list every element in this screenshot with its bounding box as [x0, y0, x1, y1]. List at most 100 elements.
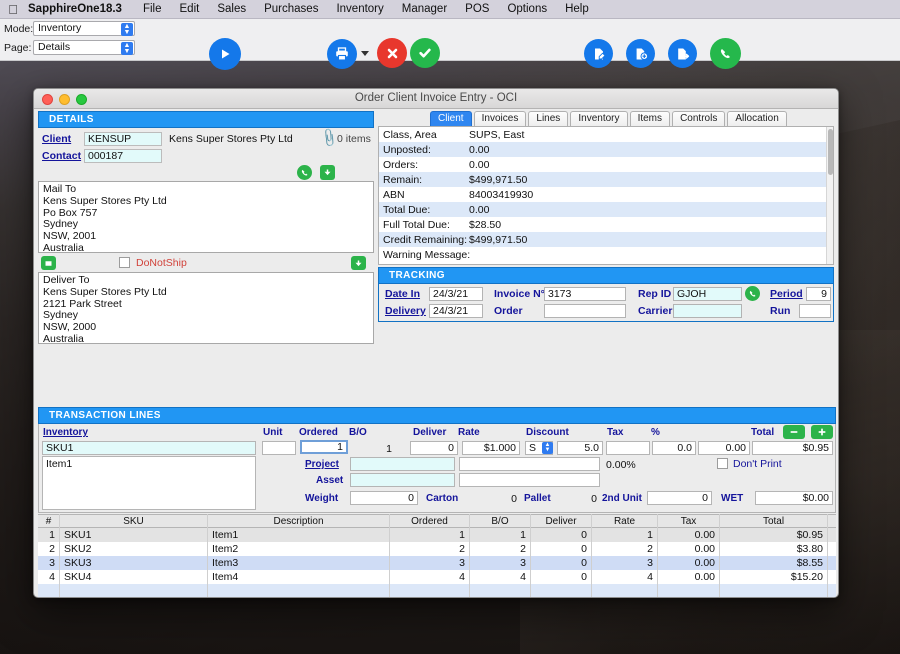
- line-description-field[interactable]: Item1: [42, 456, 256, 510]
- grid-col-ordered[interactable]: Ordered: [390, 514, 470, 528]
- table-row[interactable]: 1 SKU1 Item1 1 1 0 1 0.00 $0.95: [38, 528, 836, 542]
- invoice-no-field[interactable]: 3173: [544, 287, 626, 301]
- asset-field[interactable]: [350, 473, 455, 487]
- tab-allocation[interactable]: Allocation: [727, 111, 787, 126]
- wet-field[interactable]: $0.00: [755, 491, 833, 505]
- do-not-ship-checkbox[interactable]: [119, 257, 130, 268]
- line-rate-field[interactable]: $1.000: [462, 441, 520, 455]
- table-row[interactable]: 3 SKU3 Item3 3 3 0 3 0.00 $8.55: [38, 556, 836, 570]
- play-button[interactable]: [209, 38, 241, 70]
- rep-phone-button[interactable]: [745, 286, 760, 301]
- grid-col-total[interactable]: Total: [720, 514, 828, 528]
- project-extra-field[interactable]: [459, 457, 600, 471]
- tab-lines[interactable]: Lines: [528, 111, 569, 126]
- accept-button[interactable]: [410, 38, 440, 68]
- menu-item-file[interactable]: File: [134, 3, 171, 15]
- edit-record-button[interactable]: [584, 39, 613, 68]
- menu-item-options[interactable]: Options: [498, 3, 556, 15]
- line-sku-field[interactable]: SKU1: [42, 441, 256, 455]
- grid-col-description[interactable]: Description: [208, 514, 390, 528]
- export-button[interactable]: [668, 39, 697, 68]
- tab-client[interactable]: Client: [430, 111, 472, 126]
- menu-item-inventory[interactable]: Inventory: [327, 3, 392, 15]
- deliver-to-address[interactable]: Deliver To Kens Super Stores Pty Ltd 212…: [38, 272, 374, 345]
- menu-item-help[interactable]: Help: [556, 3, 598, 15]
- line-percent2-field[interactable]: 0.00: [698, 441, 750, 455]
- info-value: $499,971.50: [469, 233, 528, 246]
- run-field[interactable]: [799, 304, 831, 318]
- order-field[interactable]: [544, 304, 626, 318]
- date-in-field[interactable]: 24/3/21: [429, 287, 483, 301]
- grid-col-sku[interactable]: SKU: [60, 514, 208, 528]
- print-dropdown-arrow-icon[interactable]: [361, 51, 369, 56]
- period-field[interactable]: 9: [806, 287, 831, 301]
- menu-item-sales[interactable]: Sales: [208, 3, 255, 15]
- period-label[interactable]: Period: [770, 288, 803, 300]
- menu-item-manager[interactable]: Manager: [393, 3, 456, 15]
- date-in-label[interactable]: Date In: [385, 288, 420, 300]
- weight-field[interactable]: 0: [350, 491, 418, 505]
- menu-item-purchases[interactable]: Purchases: [255, 3, 327, 15]
- asset-extra-field[interactable]: [459, 473, 600, 487]
- line-ordered-field[interactable]: 1: [300, 440, 348, 454]
- second-unit-field[interactable]: 0: [647, 491, 712, 505]
- table-row-empty[interactable]: [38, 584, 836, 597]
- mail-to-dropdown-button[interactable]: [320, 165, 335, 180]
- mail-to-notes-button[interactable]: [41, 256, 56, 270]
- dont-print-label: Don't Print: [733, 458, 782, 470]
- line-discount-value-field[interactable]: 5.0: [557, 441, 603, 455]
- do-not-ship-label: DoNotShip: [136, 257, 187, 269]
- phone-button[interactable]: [710, 38, 741, 69]
- col-inventory-header[interactable]: Inventory: [43, 427, 88, 438]
- tab-items[interactable]: Items: [629, 111, 671, 126]
- line-percent-field[interactable]: 0.0: [652, 441, 696, 455]
- line-deliver-field[interactable]: 0: [410, 441, 458, 455]
- contact-link[interactable]: Contact: [42, 150, 81, 162]
- project-field[interactable]: [350, 457, 455, 471]
- cell-bo: 4: [470, 570, 531, 584]
- rep-id-field[interactable]: GJOH: [673, 287, 742, 301]
- import-button[interactable]: [626, 39, 655, 68]
- project-label[interactable]: Project: [305, 459, 339, 470]
- remove-line-button[interactable]: [783, 425, 805, 439]
- grid-col-rate[interactable]: Rate: [592, 514, 658, 528]
- discount-chevron-updown-icon[interactable]: ▲ ▼: [542, 442, 553, 454]
- menu-item-edit[interactable]: Edit: [171, 3, 209, 15]
- deliver-to-dropdown-button[interactable]: [351, 256, 366, 270]
- delivery-label[interactable]: Delivery: [385, 305, 426, 317]
- client-link[interactable]: Client: [42, 133, 71, 145]
- add-line-button[interactable]: [811, 425, 833, 439]
- grid-col-deliver[interactable]: Deliver: [531, 514, 592, 528]
- tab-inventory[interactable]: Inventory: [570, 111, 628, 126]
- dont-print-checkbox[interactable]: [717, 458, 728, 469]
- tab-invoices[interactable]: Invoices: [473, 111, 527, 126]
- line-total-field[interactable]: $0.95: [752, 441, 833, 455]
- line-tax-field[interactable]: [606, 441, 650, 455]
- menu-item-pos[interactable]: POS: [456, 3, 498, 15]
- mail-to-address[interactable]: Mail To Kens Super Stores Pty Ltd Po Box…: [38, 181, 374, 254]
- info-row: Orders: 0.00: [379, 157, 833, 172]
- print-button[interactable]: [327, 39, 357, 69]
- cell-rate: 2: [592, 542, 658, 556]
- line-unit-field[interactable]: [262, 441, 296, 455]
- delivery-field[interactable]: 24/3/21: [429, 304, 483, 318]
- grid-col-bo[interactable]: B/O: [470, 514, 531, 528]
- mode-select[interactable]: Inventory ▲ ▼: [33, 21, 135, 36]
- apple-icon[interactable]: : [0, 3, 26, 16]
- grid-col-tax[interactable]: Tax: [658, 514, 720, 528]
- carrier-field[interactable]: [673, 304, 742, 318]
- scrollbar-thumb[interactable]: [828, 129, 833, 175]
- info-key: ABN: [383, 188, 405, 201]
- client-phone-button[interactable]: [297, 165, 312, 180]
- cancel-button[interactable]: [377, 38, 407, 68]
- page-select[interactable]: Details ▲ ▼: [33, 40, 135, 55]
- client-code-field[interactable]: KENSUP: [84, 132, 162, 146]
- client-info-scrollbar[interactable]: [826, 127, 833, 264]
- contact-code-field[interactable]: 000187: [84, 149, 162, 163]
- table-row[interactable]: 2 SKU2 Item2 2 2 0 2 0.00 $3.80: [38, 542, 836, 556]
- table-row[interactable]: 4 SKU4 Item4 4 4 0 4 0.00 $15.20: [38, 570, 836, 584]
- tab-controls[interactable]: Controls: [672, 111, 726, 126]
- grid-col-num[interactable]: #: [38, 514, 60, 528]
- info-row: ABN 84003419930: [379, 187, 833, 202]
- info-key: Remain:: [383, 173, 423, 186]
